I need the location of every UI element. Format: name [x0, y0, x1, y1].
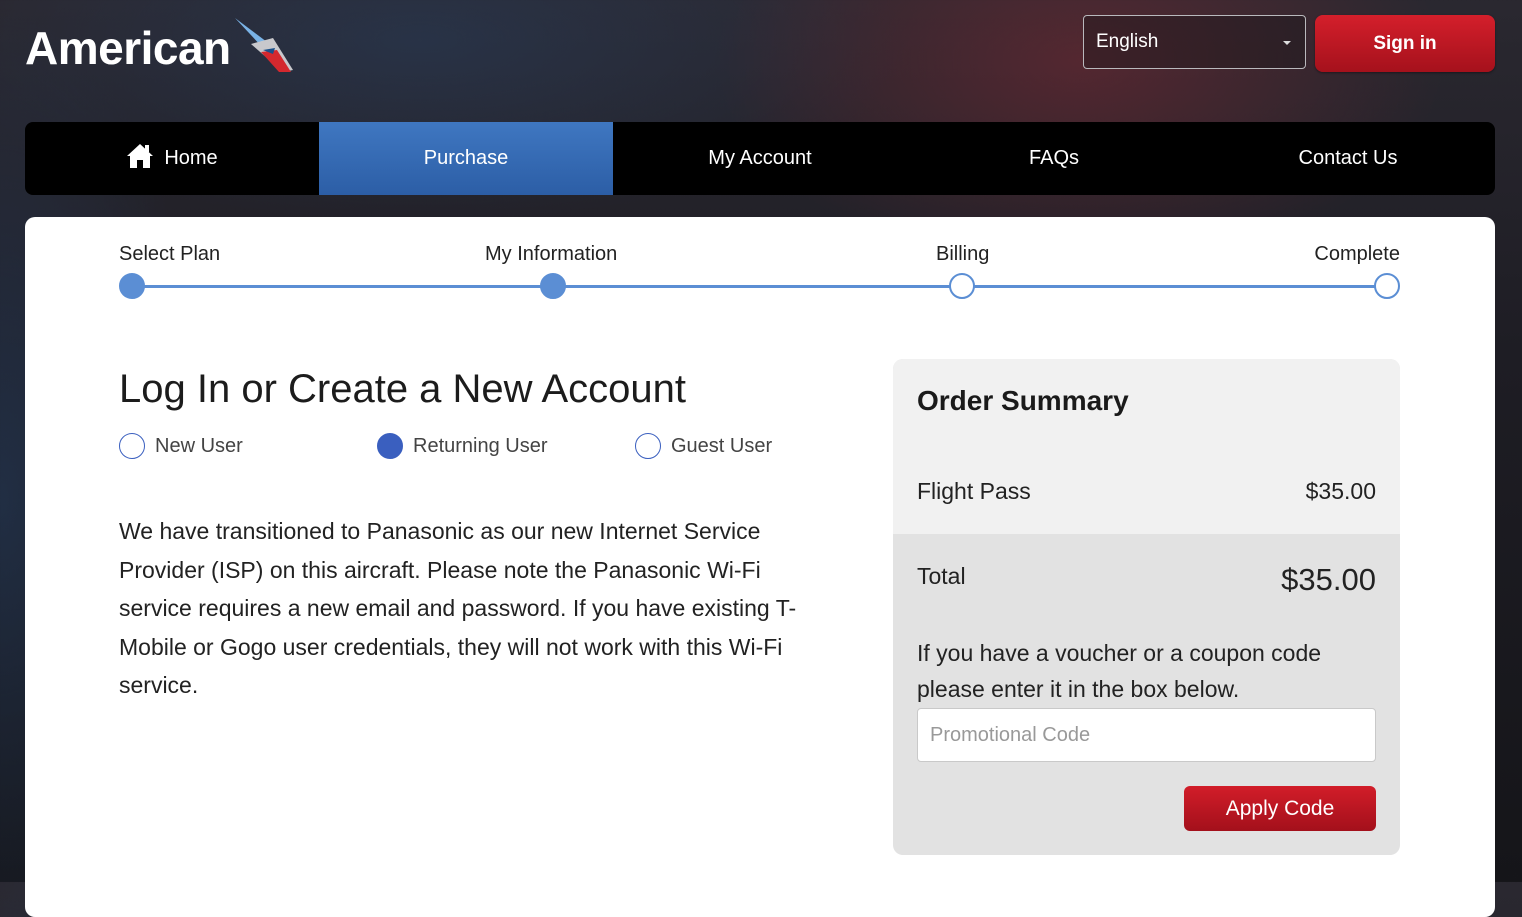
promo-code-input[interactable] [917, 708, 1376, 762]
step-label-billing: Billing [936, 243, 990, 265]
step-dot-my-information [540, 273, 566, 299]
order-summary-panel: Order Summary Flight Pass $35.00 Total $… [893, 359, 1400, 855]
main-card: Select Plan My Information Billing Compl… [25, 217, 1495, 917]
radio-circle-returning-user[interactable] [377, 433, 403, 459]
step-label-complete: Complete [1314, 243, 1400, 265]
main-nav: Home Purchase My Account FAQs Contact Us [25, 122, 1495, 195]
nav-my-account[interactable]: My Account [613, 122, 907, 195]
step-dot-select-plan [119, 273, 145, 299]
nav-purchase[interactable]: Purchase [319, 122, 613, 195]
apply-code-button[interactable]: Apply Code [1184, 786, 1376, 831]
home-icon [127, 143, 154, 168]
order-summary-title: Order Summary [917, 385, 1129, 416]
nav-my-account-label: My Account [708, 147, 812, 169]
radio-returning-user[interactable]: Returning User [377, 433, 548, 459]
nav-home-label: Home [164, 147, 218, 169]
line-item-price: $35.00 [1305, 478, 1376, 504]
isp-notice: We have transitioned to Panasonic as our… [119, 518, 797, 698]
radio-label-new-user: New User [155, 434, 243, 457]
radio-label-guest-user: Guest User [671, 434, 773, 457]
radio-circle-guest-user[interactable] [635, 433, 661, 459]
step-label-select-plan: Select Plan [119, 243, 221, 265]
radio-new-user[interactable]: New User [119, 433, 243, 459]
nav-home[interactable]: Home [25, 122, 319, 195]
progress-line [133, 285, 1386, 288]
step-label-my-information: My Information [485, 243, 618, 265]
logo-text: American [25, 22, 231, 74]
radio-circle-new-user[interactable] [119, 433, 145, 459]
language-value: English [1096, 31, 1159, 52]
sign-in-button[interactable]: Sign in [1315, 15, 1495, 72]
line-item-name: Flight Pass [917, 478, 1031, 504]
total-label: Total [917, 563, 966, 589]
radio-guest-user[interactable]: Guest User [635, 433, 772, 459]
voucher-instructions: If you have a voucher or a coupon code p… [917, 640, 1322, 702]
progress-steps: Select Plan My Information Billing Compl… [119, 243, 1400, 303]
nav-contact-us-label: Contact Us [1298, 147, 1398, 169]
american-logo[interactable]: American [25, 18, 295, 78]
flight-symbol-icon [234, 18, 293, 72]
total-value: $35.00 [1281, 562, 1376, 597]
step-dot-billing [949, 273, 975, 299]
nav-faqs-label: FAQs [1028, 147, 1079, 169]
dropdown-caret-icon [1283, 41, 1291, 45]
nav-purchase-label: Purchase [423, 147, 509, 169]
nav-faqs[interactable]: FAQs [907, 122, 1201, 195]
language-select[interactable]: English [1083, 15, 1306, 69]
user-type-radio-group: New User Returning User Guest User [119, 433, 819, 463]
nav-contact-us[interactable]: Contact Us [1201, 122, 1495, 195]
radio-label-returning-user: Returning User [413, 434, 548, 457]
page-title: Log In or Create a New Account [119, 367, 686, 411]
step-dot-complete [1374, 273, 1400, 299]
